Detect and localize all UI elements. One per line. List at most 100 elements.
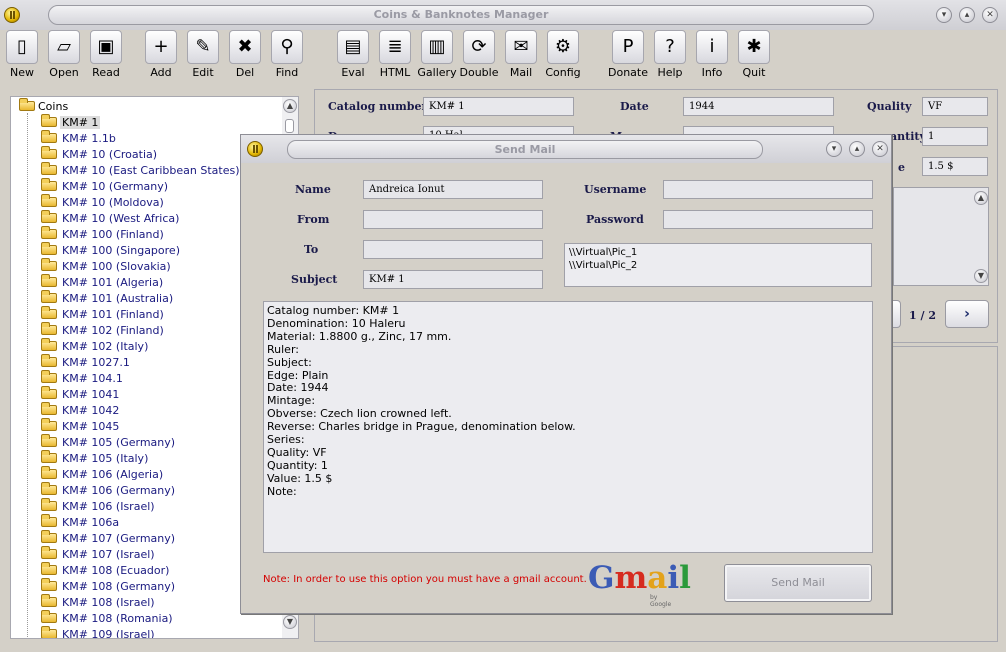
del-button[interactable]: ✖ Del — [225, 28, 265, 80]
config-button[interactable]: ⚙ Config — [543, 28, 583, 80]
attachment-item[interactable]: \\Virtual\Pic_1 — [569, 246, 867, 259]
tree-item-label: KM# 108 (Ecuador) — [62, 564, 170, 577]
folder-icon — [41, 322, 57, 335]
quantity-field[interactable]: 1 — [922, 127, 988, 146]
next-page-button[interactable]: › — [945, 300, 989, 328]
username-field[interactable] — [663, 180, 873, 199]
edit-coin-icon-glyph: ✎ — [195, 36, 211, 57]
to-field[interactable] — [363, 240, 543, 259]
app-coin-icon[interactable] — [4, 7, 20, 23]
tree-item[interactable]: KM# 100 (Singapore) — [41, 242, 242, 259]
gallery-button[interactable]: ▥ Gallery — [417, 28, 457, 80]
scroll-down-icon[interactable]: ▼ — [283, 615, 297, 629]
tree-item[interactable]: KM# 108 (Romania) — [41, 610, 242, 627]
dialog-close-icon[interactable]: ✕ — [872, 141, 888, 157]
tree-item[interactable]: KM# 1 — [41, 114, 242, 131]
folder-icon — [41, 402, 57, 415]
tree-item[interactable]: KM# 10 (East Caribbean States) — [41, 162, 242, 179]
quit-button[interactable]: ✱ Quit — [734, 28, 774, 80]
tree-item[interactable]: KM# 106 (Algeria) — [41, 466, 242, 483]
tree-item[interactable]: KM# 1045 — [41, 418, 242, 435]
tree-item[interactable]: KM# 101 (Finland) — [41, 306, 242, 323]
tree-item-label: KM# 10 (Croatia) — [62, 148, 158, 161]
eval-button[interactable]: ▤ Eval — [333, 28, 373, 80]
tree-root[interactable]: Coins — [19, 98, 68, 115]
name-field[interactable]: Andreica Ionut — [363, 180, 543, 199]
html-document-icon: ≣ — [379, 30, 411, 64]
info-button[interactable]: i Info — [692, 28, 732, 80]
tree-item[interactable]: KM# 107 (Israel) — [41, 546, 242, 563]
scroll-thumb[interactable] — [285, 119, 294, 133]
from-field[interactable] — [363, 210, 543, 229]
tree-item[interactable]: KM# 102 (Finland) — [41, 322, 242, 339]
catalog-field[interactable]: KM# 1 — [423, 97, 574, 116]
tree-item-label: KM# 10 (Germany) — [62, 180, 169, 193]
tree-item[interactable]: KM# 105 (Germany) — [41, 434, 242, 451]
tree-item[interactable]: KM# 10 (Moldova) — [41, 194, 242, 211]
attachments-list[interactable]: \\Virtual\Pic_1 \\Virtual\Pic_2 — [564, 243, 872, 287]
tree-item[interactable]: KM# 106 (Germany) — [41, 482, 242, 499]
tree-item-label: KM# 107 (Germany) — [62, 532, 176, 545]
open-button[interactable]: ▱ Open — [44, 28, 84, 80]
mail-body-textarea[interactable]: Catalog number: KM# 1 Denomination: 10 Ha… — [263, 301, 873, 553]
tree-item[interactable]: KM# 108 (Ecuador) — [41, 562, 242, 579]
tree-item[interactable]: KM# 1.1b — [41, 130, 242, 147]
subject-label: Subject — [291, 273, 338, 286]
minimize-icon[interactable]: ▾ — [936, 7, 952, 23]
notes-area[interactable]: ▲ ▼ — [893, 187, 989, 286]
password-field[interactable] — [663, 210, 873, 229]
tree-item[interactable]: KM# 101 (Algeria) — [41, 274, 242, 291]
notes-scroll-up-icon[interactable]: ▲ — [974, 191, 988, 205]
double-button[interactable]: ⟳ Double — [459, 28, 499, 80]
html-document-icon-glyph: ≣ — [387, 36, 403, 57]
quality-field[interactable]: VF — [922, 97, 988, 116]
send-mail-button[interactable]: Send Mail — [724, 564, 872, 602]
tree-item[interactable]: KM# 10 (Germany) — [41, 178, 242, 195]
tree-list: KM# 1 KM# 1.1b KM# 10 (Croatia) KM# 10 (Eas… — [41, 114, 242, 638]
tree-item[interactable]: KM# 1027.1 — [41, 354, 242, 371]
notes-scroll-down-icon[interactable]: ▼ — [974, 269, 988, 283]
tree-item[interactable]: KM# 104.1 — [41, 370, 242, 387]
donate-button[interactable]: P Donate — [608, 28, 648, 80]
tree-item[interactable]: KM# 105 (Italy) — [41, 450, 242, 467]
edit-button[interactable]: ✎ Edit — [183, 28, 223, 80]
new-document-icon: ▯ — [6, 30, 38, 64]
tree-item[interactable]: KM# 10 (West Africa) — [41, 210, 242, 227]
find-coin-icon: ⚲ — [271, 30, 303, 64]
add-button-label: Add — [150, 66, 172, 79]
tree-item-label: KM# 1042 — [62, 404, 120, 417]
gmail-logo: Gmail by Google — [588, 560, 691, 608]
dialog-maximize-icon[interactable]: ▴ — [849, 141, 865, 157]
tree-item[interactable]: KM# 106 (Israel) — [41, 498, 242, 515]
tree-item[interactable]: KM# 106a — [41, 514, 242, 531]
dialog-minimize-icon[interactable]: ▾ — [826, 141, 842, 157]
tree-item[interactable]: KM# 102 (Italy) — [41, 338, 242, 355]
tree-item[interactable]: KM# 100 (Slovakia) — [41, 258, 242, 275]
maximize-icon[interactable]: ▴ — [959, 7, 975, 23]
tree-item[interactable]: KM# 1042 — [41, 402, 242, 419]
tree-item[interactable]: KM# 10 (Croatia) — [41, 146, 242, 163]
tree-item[interactable]: KM# 1041 — [41, 386, 242, 403]
mail-button[interactable]: ✉ Mail — [501, 28, 541, 80]
scroll-up-icon[interactable]: ▲ — [283, 99, 297, 113]
attachment-item[interactable]: \\Virtual\Pic_2 — [569, 259, 867, 272]
folder-icon — [19, 98, 35, 111]
tree-item[interactable]: KM# 107 (Germany) — [41, 530, 242, 547]
help-button[interactable]: ? Help — [650, 28, 690, 80]
tree-item[interactable]: KM# 108 (Germany) — [41, 578, 242, 595]
html-button[interactable]: ≣ HTML — [375, 28, 415, 80]
tree-item[interactable]: KM# 109 (Israel) — [41, 626, 242, 638]
tree-item[interactable]: KM# 101 (Australia) — [41, 290, 242, 307]
add-button[interactable]: + Add — [141, 28, 181, 80]
subject-field[interactable]: KM# 1 — [363, 270, 543, 289]
double-button-label: Double — [459, 66, 499, 79]
date-field[interactable]: 1944 — [683, 97, 834, 116]
read-button[interactable]: ▣ Read — [86, 28, 126, 80]
new-button[interactable]: ▯ New — [2, 28, 42, 80]
tree-item[interactable]: KM# 108 (Israel) — [41, 594, 242, 611]
close-icon[interactable]: ✕ — [982, 7, 998, 23]
tree-item[interactable]: KM# 100 (Finland) — [41, 226, 242, 243]
find-button[interactable]: ⚲ Find — [267, 28, 307, 80]
value-field[interactable]: 1.5 $ — [922, 157, 988, 176]
tree-item-label: KM# 1041 — [62, 388, 120, 401]
